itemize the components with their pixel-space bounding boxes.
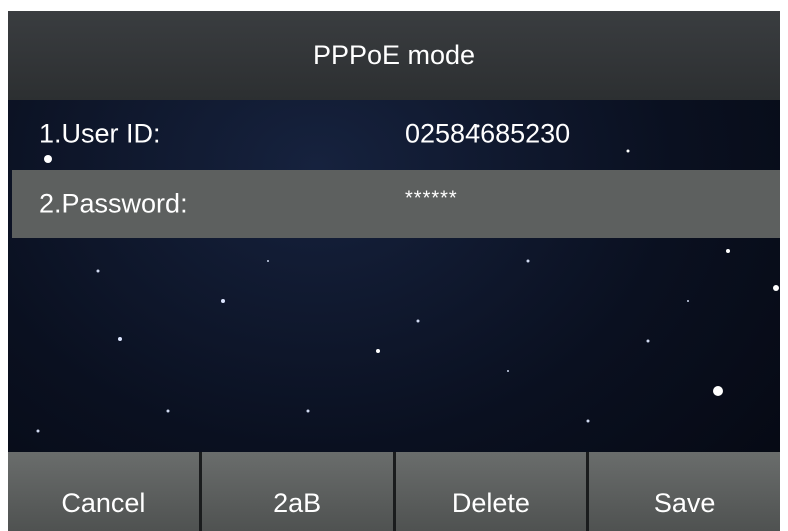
save-softkey[interactable]: Save (589, 452, 780, 531)
password-value[interactable]: ****** (405, 187, 458, 210)
screen-title-bar: PPPoE mode (8, 11, 780, 100)
input-mode-softkey[interactable]: 2aB (201, 452, 396, 531)
delete-softkey[interactable]: Delete (395, 452, 590, 531)
password-label: 2.Password: (39, 188, 188, 219)
screen-title: PPPoE mode (312, 40, 476, 70)
cancel-softkey[interactable]: Cancel (8, 452, 202, 531)
user-id-label: 1.User ID: (39, 118, 161, 149)
user-id-value[interactable]: 02584685230 (405, 119, 570, 150)
field-password[interactable]: 2.Password: ****** (12, 170, 780, 238)
phone-screen: PPPoE mode 1.User ID: 02584685230 2.Pass… (8, 11, 780, 531)
softkey-bar: Cancel 2aB Delete Save (8, 452, 780, 531)
field-user-id[interactable]: 1.User ID: 02584685230 (12, 100, 780, 168)
